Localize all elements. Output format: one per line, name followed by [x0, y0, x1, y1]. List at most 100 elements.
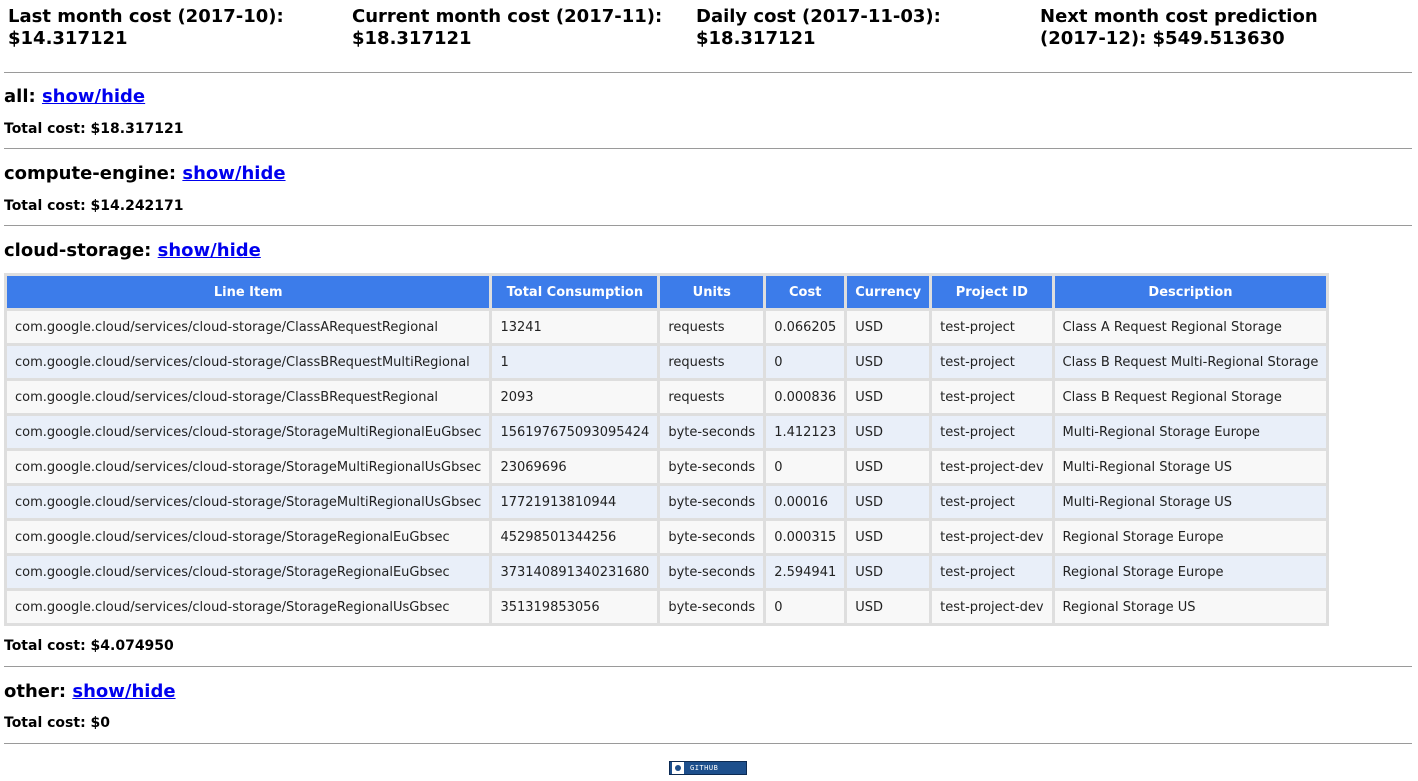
table-row: com.google.cloud/services/cloud-storage/… [7, 311, 1327, 343]
section-name: compute-engine: [4, 163, 177, 184]
cell-description: Multi-Regional Storage US [1054, 486, 1327, 518]
show-hide-link-compute-engine[interactable]: show/hide [182, 163, 285, 184]
show-hide-link-cloud-storage[interactable]: show/hide [158, 240, 261, 261]
cell-line-item: com.google.cloud/services/cloud-storage/… [7, 346, 490, 378]
total-cost-other: Total cost: $0 [4, 715, 111, 731]
cell-currency: USD [847, 346, 930, 378]
table-row: com.google.cloud/services/cloud-storage/… [7, 591, 1327, 623]
cell-units: byte-seconds [660, 486, 764, 518]
daily-value: $18.317121 [696, 28, 816, 49]
column-header-total-consumption: Total Consumption [492, 276, 658, 308]
last-month-label: Last month cost (2017-10): [8, 6, 284, 27]
cell-project-id: test-project-dev [932, 451, 1052, 483]
section-title-all: all: show/hide [4, 86, 145, 108]
cell-units: byte-seconds [660, 451, 764, 483]
section-title-other: other: show/hide [4, 681, 176, 703]
cell-units: byte-seconds [660, 416, 764, 448]
cell-total-consumption: 45298501344256 [492, 521, 658, 553]
cell-cost: 0 [766, 591, 845, 623]
section-title-cloud-storage: cloud-storage: show/hide [4, 240, 261, 262]
daily-cost: Daily cost (2017-11-03): $18.317121 [696, 6, 941, 50]
cell-cost: 0.066205 [766, 311, 845, 343]
section-name: all: [4, 86, 36, 107]
cell-units: requests [660, 311, 764, 343]
cell-project-id: test-project [932, 346, 1052, 378]
cell-cost: 1.412123 [766, 416, 845, 448]
cell-total-consumption: 156197675093095424 [492, 416, 658, 448]
total-cost-all: Total cost: $18.317121 [4, 121, 184, 137]
section-name: other: [4, 681, 67, 702]
current-month-value: $18.317121 [352, 28, 472, 49]
cell-currency: USD [847, 416, 930, 448]
cell-currency: USD [847, 521, 930, 553]
cell-line-item: com.google.cloud/services/cloud-storage/… [7, 556, 490, 588]
cell-project-id: test-project [932, 311, 1052, 343]
github-icon [672, 762, 684, 774]
next-month-prediction: Next month cost prediction (2017-12): $5… [1040, 6, 1318, 50]
cell-total-consumption: 373140891340231680 [492, 556, 658, 588]
cell-line-item: com.google.cloud/services/cloud-storage/… [7, 381, 490, 413]
cell-project-id: test-project [932, 486, 1052, 518]
cell-currency: USD [847, 591, 930, 623]
table-header-row: Line Item Total Consumption Units Cost C… [7, 276, 1327, 308]
github-badge-link[interactable]: GITHUB [669, 761, 747, 775]
cell-description: Regional Storage Europe [1054, 521, 1327, 553]
last-month-value: $14.317121 [8, 28, 128, 49]
cell-total-consumption: 351319853056 [492, 591, 658, 623]
cell-description: Regional Storage Europe [1054, 556, 1327, 588]
divider [4, 666, 1412, 667]
column-header-units: Units [660, 276, 764, 308]
cell-total-consumption: 13241 [492, 311, 658, 343]
cell-project-id: test-project [932, 556, 1052, 588]
cell-total-consumption: 1 [492, 346, 658, 378]
column-header-project-id: Project ID [932, 276, 1052, 308]
total-cost-compute-engine: Total cost: $14.242171 [4, 198, 184, 214]
column-header-line-item: Line Item [7, 276, 490, 308]
cell-cost: 0.000836 [766, 381, 845, 413]
cell-cost: 0.000315 [766, 521, 845, 553]
cell-currency: USD [847, 381, 930, 413]
divider [4, 148, 1412, 149]
show-hide-link-other[interactable]: show/hide [72, 681, 175, 702]
column-header-cost: Cost [766, 276, 845, 308]
section-name: cloud-storage: [4, 240, 152, 261]
column-header-currency: Currency [847, 276, 930, 308]
divider [4, 72, 1412, 73]
cell-line-item: com.google.cloud/services/cloud-storage/… [7, 486, 490, 518]
table-row: com.google.cloud/services/cloud-storage/… [7, 416, 1327, 448]
cell-description: Multi-Regional Storage Europe [1054, 416, 1327, 448]
total-cost-cloud-storage: Total cost: $4.074950 [4, 638, 174, 654]
cell-line-item: com.google.cloud/services/cloud-storage/… [7, 416, 490, 448]
cell-units: requests [660, 381, 764, 413]
current-month-label: Current month cost (2017-11): [352, 6, 663, 27]
cloud-storage-line-items-table: Line Item Total Consumption Units Cost C… [4, 273, 1330, 626]
cell-cost: 0.00016 [766, 486, 845, 518]
cell-currency: USD [847, 486, 930, 518]
cell-description: Class B Request Multi-Regional Storage [1054, 346, 1327, 378]
table-row: com.google.cloud/services/cloud-storage/… [7, 346, 1327, 378]
table-row: com.google.cloud/services/cloud-storage/… [7, 486, 1327, 518]
cell-units: byte-seconds [660, 591, 764, 623]
prediction-label: Next month cost prediction [1040, 6, 1318, 27]
prediction-value: (2017-12): $549.513630 [1040, 28, 1285, 49]
cell-line-item: com.google.cloud/services/cloud-storage/… [7, 591, 490, 623]
cell-units: byte-seconds [660, 521, 764, 553]
cost-summary: Last month cost (2017-10): $14.317121 Cu… [0, 0, 1418, 62]
section-title-compute-engine: compute-engine: show/hide [4, 163, 286, 185]
daily-label: Daily cost (2017-11-03): [696, 6, 941, 27]
show-hide-link-all[interactable]: show/hide [42, 86, 145, 107]
cell-total-consumption: 2093 [492, 381, 658, 413]
cell-description: Class A Request Regional Storage [1054, 311, 1327, 343]
cell-total-consumption: 23069696 [492, 451, 658, 483]
cell-line-item: com.google.cloud/services/cloud-storage/… [7, 451, 490, 483]
cell-description: Regional Storage US [1054, 591, 1327, 623]
cell-description: Class B Request Regional Storage [1054, 381, 1327, 413]
current-month-cost: Current month cost (2017-11): $18.317121 [352, 6, 662, 50]
cell-units: byte-seconds [660, 556, 764, 588]
cell-line-item: com.google.cloud/services/cloud-storage/… [7, 521, 490, 553]
table-row: com.google.cloud/services/cloud-storage/… [7, 451, 1327, 483]
last-month-cost: Last month cost (2017-10): $14.317121 [8, 6, 284, 50]
cell-project-id: test-project [932, 381, 1052, 413]
column-header-description: Description [1054, 276, 1327, 308]
cell-total-consumption: 17721913810944 [492, 486, 658, 518]
